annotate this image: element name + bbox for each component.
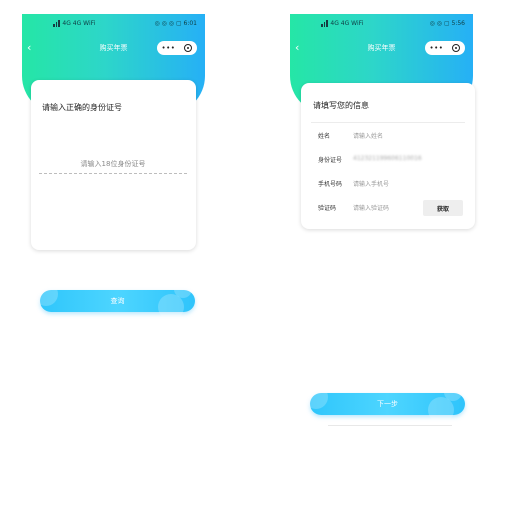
id-number-input[interactable]: [39, 155, 187, 174]
phone-input[interactable]: 请输入手机号: [353, 179, 389, 188]
id-row[interactable]: 身份证号 412321199606110016: [301, 150, 475, 172]
code-label: 验证码: [318, 205, 337, 212]
name-input[interactable]: 请输入姓名: [353, 131, 383, 140]
nav-bar: ‹ 购买年票 •••: [290, 38, 473, 62]
code-row[interactable]: 验证码 请输入验证码 获取: [301, 198, 475, 220]
card-title: 请输入正确的身份证号: [42, 103, 122, 112]
close-target-icon[interactable]: [184, 44, 193, 52]
signal-indicators: 4G 4G WiFi: [52, 20, 95, 27]
status-bar: 4G 4G WiFi ◎ ◎ ▢ 5:56: [290, 17, 473, 31]
phone-row[interactable]: 手机号码 请输入手机号: [301, 174, 475, 196]
code-input[interactable]: 请输入验证码: [353, 203, 389, 212]
phone-label: 手机号码: [318, 181, 343, 188]
divider: [311, 122, 465, 123]
info-screen: 4G 4G WiFi ◎ ◎ ▢ 5:56 ‹ 购买年票 ••• 请填写您的信息…: [290, 0, 475, 507]
id-card-panel: 请输入正确的身份证号: [31, 80, 196, 250]
signal-icon: [321, 20, 329, 27]
id-label: 身份证号: [318, 157, 343, 164]
signal-indicators: 4G 4G WiFi: [320, 20, 363, 27]
status-bar: 4G 4G WiFi ◎ ◎ ◎ ▢ 6:01: [22, 17, 205, 31]
status-time: ◎ ◎ ▢ 5:56: [429, 20, 465, 27]
id-input[interactable]: 412321199606110016: [353, 155, 422, 162]
status-time: ◎ ◎ ◎ ▢ 6:01: [154, 20, 197, 27]
query-button[interactable]: 查询: [34, 280, 195, 320]
card-title: 请填写您的信息: [313, 101, 369, 110]
query-screen: 4G 4G WiFi ◎ ◎ ◎ ▢ 6:01 ‹ 购买年票 ••• 请输入正确…: [22, 0, 205, 507]
query-button-label: 查询: [110, 297, 125, 305]
name-label: 姓名: [318, 133, 331, 140]
mini-program-capsule[interactable]: •••: [157, 41, 197, 55]
signal-icon: [53, 20, 61, 27]
next-button[interactable]: 下一步: [304, 383, 465, 423]
more-icon[interactable]: •••: [430, 41, 444, 55]
more-icon[interactable]: •••: [162, 41, 176, 55]
home-indicator: [328, 425, 452, 426]
nav-bar: ‹ 购买年票 •••: [22, 38, 205, 62]
get-code-button[interactable]: 获取: [423, 200, 463, 216]
next-button-label: 下一步: [377, 400, 398, 408]
close-target-icon[interactable]: [452, 44, 461, 52]
info-form-card: 请填写您的信息 姓名 请输入姓名 身份证号 412321199606110016…: [301, 83, 475, 229]
name-row[interactable]: 姓名 请输入姓名: [301, 126, 475, 148]
mini-program-capsule[interactable]: •••: [425, 41, 465, 55]
